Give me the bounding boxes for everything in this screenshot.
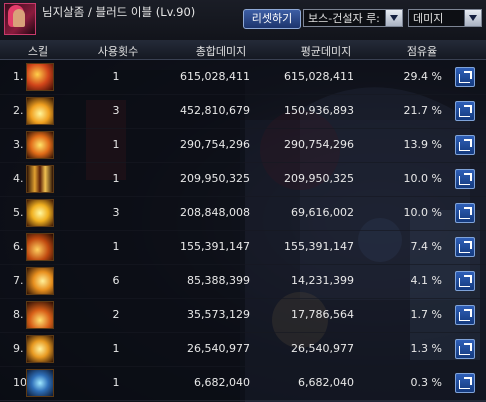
- table-row: 10. 1 6,682,040 6,682,040 0.3 %: [0, 366, 486, 401]
- reset-button[interactable]: 리셋하기: [243, 9, 301, 29]
- share-icon[interactable]: [455, 373, 475, 393]
- fire-wave-skill-icon: [26, 301, 54, 329]
- share-icon[interactable]: [455, 271, 475, 291]
- share-cell: 1.3 %: [410, 342, 442, 355]
- chevron-down-icon[interactable]: [464, 10, 481, 26]
- average-damage-cell: 290,754,296: [284, 138, 354, 151]
- table-header: 스킬 사용횟수 총합데미지 평균데미지 점유율: [0, 40, 486, 60]
- share-cell: 10.0 %: [403, 172, 442, 185]
- share-icon[interactable]: [455, 203, 475, 223]
- window-title: 님지살좀 / 블러드 이블 (Lv.90): [42, 5, 196, 19]
- row-rank: 7.: [13, 274, 24, 287]
- row-rank: 8.: [13, 308, 24, 321]
- use-count-cell: 1: [112, 240, 120, 253]
- vortex-skill-icon: [26, 369, 54, 397]
- row-rank: 4.: [13, 172, 24, 185]
- share-icon[interactable]: [455, 237, 475, 257]
- column-share: 점유율: [406, 45, 438, 58]
- total-damage-cell: 155,391,147: [180, 240, 250, 253]
- row-rank: 5.: [13, 206, 24, 219]
- burst-skill-icon: [26, 199, 54, 227]
- total-damage-cell: 6,682,040: [194, 376, 250, 389]
- share-cell: 1.7 %: [410, 308, 442, 321]
- total-damage-cell: 615,028,411: [180, 70, 250, 83]
- target-select[interactable]: 보스-건설자 루:: [303, 9, 403, 27]
- strike-skill-icon: [26, 335, 54, 363]
- row-rank: 1.: [13, 70, 24, 83]
- share-icon[interactable]: [455, 101, 475, 121]
- metric-select[interactable]: 데미지: [408, 9, 482, 27]
- use-count-cell: 1: [112, 342, 120, 355]
- chevron-down-icon[interactable]: [385, 10, 402, 26]
- share-icon[interactable]: [455, 135, 475, 155]
- target-select-value: 보스-건설자 루:: [308, 12, 380, 25]
- share-icon[interactable]: [455, 339, 475, 359]
- row-rank: 2.: [13, 104, 24, 117]
- flame-skill-icon: [26, 131, 54, 159]
- total-damage-cell: 85,388,399: [187, 274, 250, 287]
- use-count-cell: 3: [112, 104, 120, 117]
- average-damage-cell: 6,682,040: [298, 376, 354, 389]
- title-bar: 님지살좀 / 블러드 이블 (Lv.90) 리셋하기 보스-건설자 루: 데미지: [0, 0, 486, 41]
- table-row: 9. 1 26,540,977 26,540,977 1.3 %: [0, 332, 486, 367]
- average-damage-cell: 26,540,977: [291, 342, 354, 355]
- average-damage-cell: 150,936,893: [284, 104, 354, 117]
- share-icon[interactable]: [455, 305, 475, 325]
- average-damage-cell: 17,786,564: [291, 308, 354, 321]
- table-row: 4. 1 209,950,325 209,950,325 10.0 %: [0, 162, 486, 197]
- total-damage-cell: 26,540,977: [187, 342, 250, 355]
- use-count-cell: 1: [112, 70, 120, 83]
- share-cell: 0.3 %: [410, 376, 442, 389]
- use-count-cell: 2: [112, 308, 120, 321]
- damage-meter-window: 님지살좀 / 블러드 이블 (Lv.90) 리셋하기 보스-건설자 루: 데미지…: [0, 0, 486, 402]
- share-icon[interactable]: [455, 169, 475, 189]
- column-use-count: 사용횟수: [97, 45, 139, 58]
- character-avatar: [4, 3, 36, 35]
- average-damage-cell: 14,231,399: [291, 274, 354, 287]
- table-row: 3. 1 290,754,296 290,754,296 13.9 %: [0, 128, 486, 163]
- use-count-cell: 1: [112, 172, 120, 185]
- use-count-cell: 1: [112, 138, 120, 151]
- use-count-cell: 1: [112, 376, 120, 389]
- total-damage-cell: 209,950,325: [180, 172, 250, 185]
- share-cell: 29.4 %: [403, 70, 442, 83]
- share-cell: 21.7 %: [403, 104, 442, 117]
- column-total-damage: 총합데미지: [195, 45, 247, 58]
- total-damage-cell: 208,848,008: [180, 206, 250, 219]
- total-damage-cell: 290,754,296: [180, 138, 250, 151]
- share-cell: 13.9 %: [403, 138, 442, 151]
- share-cell: 7.4 %: [410, 240, 442, 253]
- table-row: 2. 3 452,810,679 150,936,893 21.7 %: [0, 94, 486, 129]
- table-row: 1. 1 615,028,411 615,028,411 29.4 %: [0, 60, 486, 95]
- total-damage-cell: 35,573,129: [187, 308, 250, 321]
- average-damage-cell: 615,028,411: [284, 70, 354, 83]
- column-skill: 스킬: [27, 45, 49, 58]
- blood-burst-skill-icon: [26, 63, 54, 91]
- row-rank: 6.: [13, 240, 24, 253]
- use-count-cell: 6: [112, 274, 120, 287]
- average-damage-cell: 209,950,325: [284, 172, 354, 185]
- pillar-skill-icon: [26, 165, 54, 193]
- row-rank: 9.: [13, 342, 24, 355]
- explosion-skill-icon: [26, 97, 54, 125]
- average-damage-cell: 155,391,147: [284, 240, 354, 253]
- share-cell: 10.0 %: [403, 206, 442, 219]
- table-row: 8. 2 35,573,129 17,786,564 1.7 %: [0, 298, 486, 333]
- total-damage-cell: 452,810,679: [180, 104, 250, 117]
- share-icon[interactable]: [455, 67, 475, 87]
- metric-select-value: 데미지: [413, 12, 444, 25]
- slash-skill-icon: [26, 233, 54, 261]
- use-count-cell: 3: [112, 206, 120, 219]
- share-cell: 4.1 %: [410, 274, 442, 287]
- average-damage-cell: 69,616,002: [291, 206, 354, 219]
- table-row: 5. 3 208,848,008 69,616,002 10.0 %: [0, 196, 486, 231]
- column-average-damage: 평균데미지: [300, 45, 352, 58]
- rush-skill-icon: [26, 267, 54, 295]
- table-row: 7. 6 85,388,399 14,231,399 4.1 %: [0, 264, 486, 299]
- table-row: 6. 1 155,391,147 155,391,147 7.4 %: [0, 230, 486, 265]
- row-rank: 3.: [13, 138, 24, 151]
